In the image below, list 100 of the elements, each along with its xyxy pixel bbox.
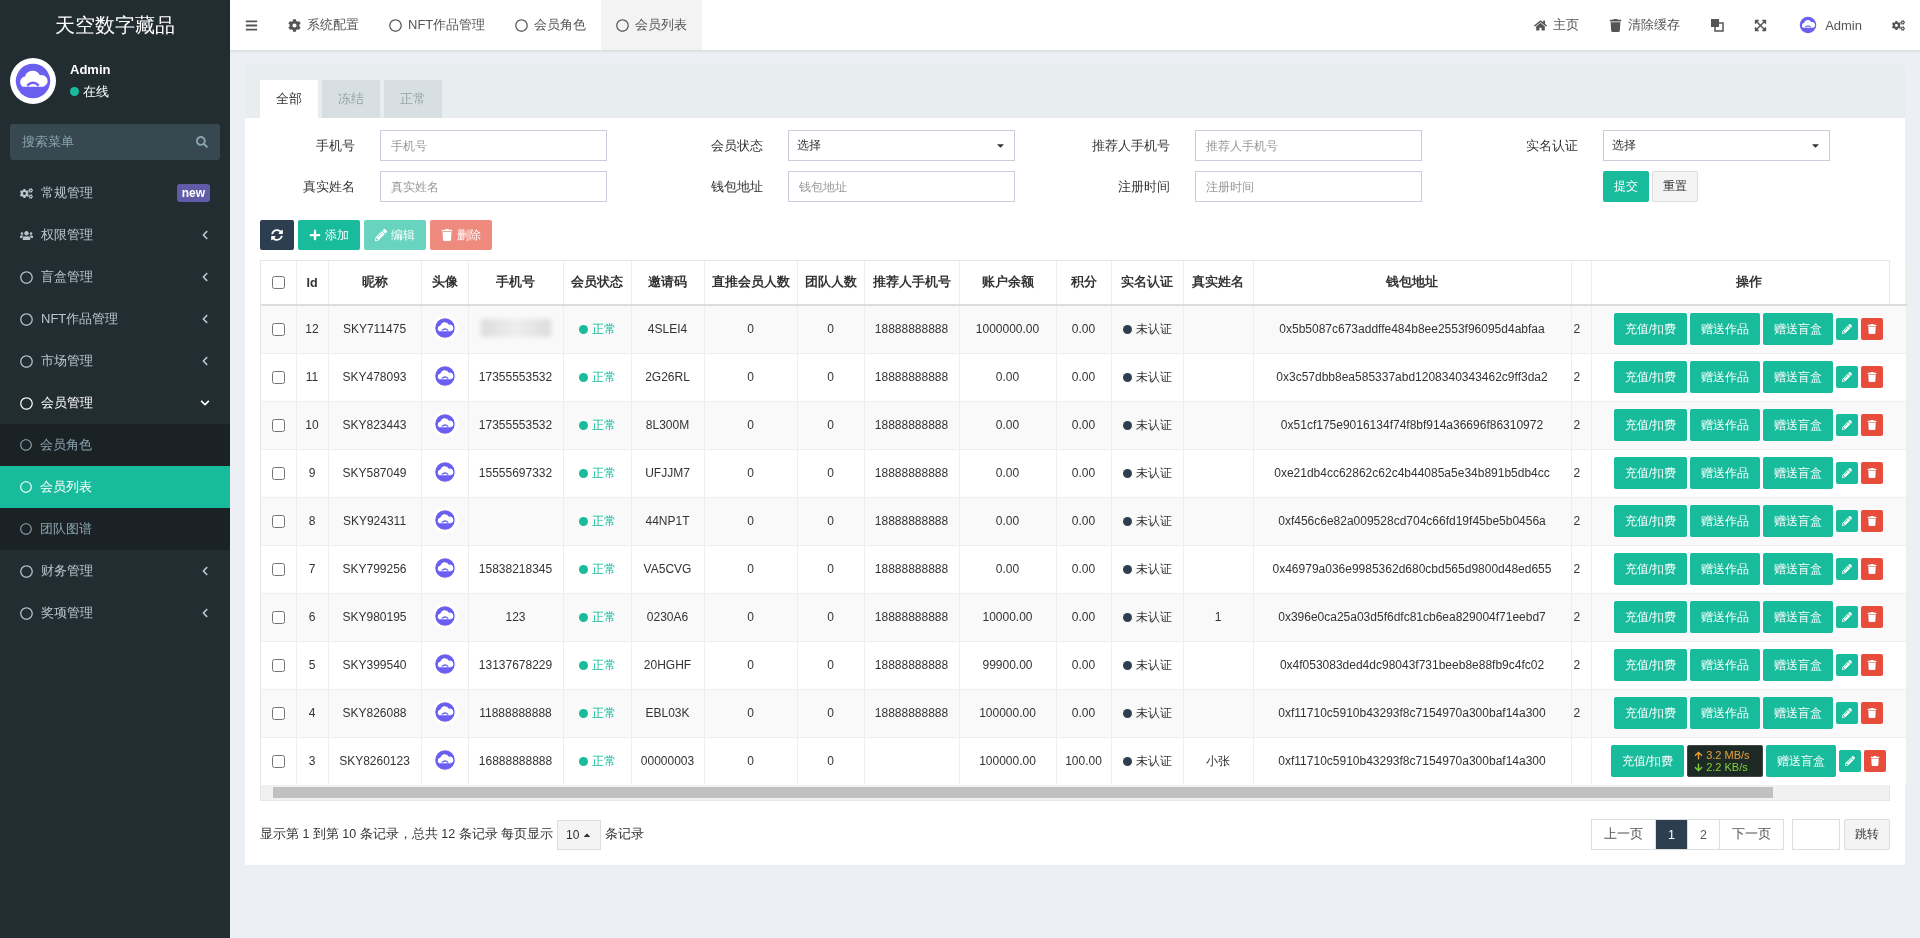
horizontal-scrollbar[interactable] xyxy=(261,785,1889,800)
nav-tab[interactable]: 系统配置 xyxy=(273,0,374,50)
action-button[interactable]: 赠送盲盒 xyxy=(1763,601,1834,633)
page-button[interactable]: 下一页 xyxy=(1719,819,1784,850)
sidebar-item[interactable]: 常规管理 new xyxy=(0,172,230,214)
delete-button[interactable] xyxy=(1861,606,1884,628)
action-button[interactable]: 赠送作品 xyxy=(1690,553,1761,585)
action-button[interactable]: 赠送盲盒 xyxy=(1763,505,1834,537)
row-checkbox[interactable] xyxy=(272,706,286,720)
page-size-select[interactable]: 10 xyxy=(557,819,602,850)
sidebar-item[interactable]: 市场管理 xyxy=(0,340,230,382)
action-button[interactable]: 赠送作品 xyxy=(1690,601,1761,633)
row-checkbox[interactable] xyxy=(272,418,286,432)
sidebar-item[interactable]: 奖项管理 xyxy=(0,592,230,634)
action-button[interactable]: 赠送盲盒 xyxy=(1763,649,1834,681)
filter-tab[interactable]: 全部 xyxy=(260,80,318,118)
nav-tab[interactable]: NFT作品管理 xyxy=(374,0,501,50)
action-button[interactable]: 赠送作品 xyxy=(1690,409,1761,441)
edit-button[interactable] xyxy=(1836,462,1859,484)
row-checkbox[interactable] xyxy=(272,370,286,384)
delete-button[interactable] xyxy=(1861,510,1884,532)
row-checkbox[interactable] xyxy=(272,466,286,480)
row-checkbox[interactable] xyxy=(272,322,286,336)
filter-tab[interactable]: 冻结 xyxy=(322,80,380,118)
action-button[interactable]: 充值/扣费 xyxy=(1613,409,1688,441)
header-link[interactable]: 主页 xyxy=(1519,0,1595,50)
sidebar-subitem[interactable]: 会员角色 xyxy=(0,424,230,466)
submit-button[interactable]: 提交 xyxy=(1602,171,1649,202)
nav-tab[interactable]: 会员列表 xyxy=(601,0,703,50)
header-link[interactable]: Admin xyxy=(1782,0,1877,50)
fullscreen-icon[interactable] xyxy=(1754,18,1768,32)
input-field[interactable]: 推荐人手机号 xyxy=(1195,130,1422,161)
action-button[interactable]: 赠送作品 xyxy=(1690,313,1761,346)
action-button[interactable]: 充值/扣费 xyxy=(1613,505,1688,537)
edit-button[interactable] xyxy=(1836,702,1859,724)
select-field[interactable]: 选择 xyxy=(1602,130,1830,161)
input-field[interactable]: 钱包地址 xyxy=(787,171,1015,202)
edit-button[interactable] xyxy=(1836,318,1859,341)
input-field[interactable]: 真实姓名 xyxy=(380,171,607,202)
reset-button[interactable]: 重置 xyxy=(1652,171,1699,202)
action-button[interactable]: 赠送作品 xyxy=(1690,697,1761,729)
settings-icon[interactable] xyxy=(1892,18,1905,32)
action-button[interactable]: 充值/扣费 xyxy=(1613,601,1688,633)
sidebar-subitem[interactable]: 团队图谱 xyxy=(0,508,230,550)
select-field[interactable]: 选择 xyxy=(787,130,1015,161)
input-field[interactable]: 注册时间 xyxy=(1195,171,1422,202)
sidebar-item[interactable]: 权限管理 xyxy=(0,214,230,256)
header-link[interactable]: 清除缓存 xyxy=(1594,0,1696,50)
action-button[interactable]: 充值/扣费 xyxy=(1613,697,1688,729)
edit-button[interactable] xyxy=(1836,558,1859,580)
delete-button[interactable] xyxy=(1861,654,1884,676)
edit-button[interactable] xyxy=(1836,366,1859,388)
search-field[interactable]: 搜索菜单 xyxy=(10,124,220,160)
edit-button[interactable] xyxy=(1839,750,1862,773)
action-button[interactable]: 赠送盲盒 xyxy=(1766,745,1837,778)
jump-button[interactable]: 跳转 xyxy=(1844,819,1890,850)
edit-button[interactable] xyxy=(1836,510,1859,532)
action-button[interactable]: 赠送作品 xyxy=(1690,505,1761,537)
action-button[interactable]: 赠送盲盒 xyxy=(1763,553,1834,585)
action-button[interactable]: 赠送作品 xyxy=(1690,649,1761,681)
action-button[interactable]: 赠送盲盒 xyxy=(1763,457,1834,489)
delete-button[interactable] xyxy=(1861,414,1884,436)
row-checkbox[interactable] xyxy=(272,562,286,576)
sidebar-item[interactable]: 会员管理 xyxy=(0,382,230,424)
action-button[interactable]: 赠送盲盒 xyxy=(1763,313,1834,346)
page-button[interactable]: 1 xyxy=(1655,819,1689,850)
page-input[interactable] xyxy=(1792,819,1840,850)
filter-tab[interactable]: 正常 xyxy=(384,80,442,118)
refresh-button[interactable] xyxy=(260,220,294,250)
action-button[interactable]: 充值/扣费 xyxy=(1613,313,1688,346)
action-button[interactable]: 赠送盲盒 xyxy=(1763,361,1834,393)
select-all-checkbox[interactable] xyxy=(272,276,286,289)
delete-button[interactable] xyxy=(1861,702,1884,724)
delete-button[interactable] xyxy=(1861,462,1884,484)
sidebar-item[interactable]: NFT作品管理 xyxy=(0,298,230,340)
row-checkbox[interactable] xyxy=(272,610,286,624)
add-button[interactable]: 添加 xyxy=(298,220,360,250)
action-button[interactable]: 充值/扣费 xyxy=(1610,745,1685,778)
delete-button[interactable] xyxy=(1861,366,1884,388)
sidebar-item[interactable]: 财务管理 xyxy=(0,550,230,592)
action-button[interactable]: 充值/扣费 xyxy=(1613,553,1688,585)
action-button[interactable]: 充值/扣费 xyxy=(1613,361,1688,393)
row-checkbox[interactable] xyxy=(272,514,286,528)
sidebar-item[interactable]: 盲盒管理 xyxy=(0,256,230,298)
row-checkbox[interactable] xyxy=(272,754,286,768)
action-button[interactable]: 赠送盲盒 xyxy=(1763,697,1834,729)
sidebar-subitem[interactable]: 会员列表 xyxy=(0,466,230,508)
edit-button[interactable] xyxy=(1836,414,1859,436)
edit-button[interactable] xyxy=(1836,606,1859,628)
edit-button[interactable] xyxy=(1836,654,1859,676)
delete-button[interactable] xyxy=(1861,318,1884,341)
translate-icon[interactable] xyxy=(1710,18,1725,32)
page-button[interactable]: 上一页 xyxy=(1591,819,1657,850)
action-button[interactable]: 赠送盲盒 xyxy=(1763,409,1834,441)
nav-tab[interactable]: 会员角色 xyxy=(500,0,602,50)
input-field[interactable]: 手机号 xyxy=(380,130,607,161)
page-button[interactable]: 2 xyxy=(1687,819,1720,850)
delete-button[interactable] xyxy=(1864,750,1887,773)
action-button[interactable]: 充值/扣费 xyxy=(1613,457,1688,489)
action-button[interactable]: 赠送作品 xyxy=(1690,361,1761,393)
